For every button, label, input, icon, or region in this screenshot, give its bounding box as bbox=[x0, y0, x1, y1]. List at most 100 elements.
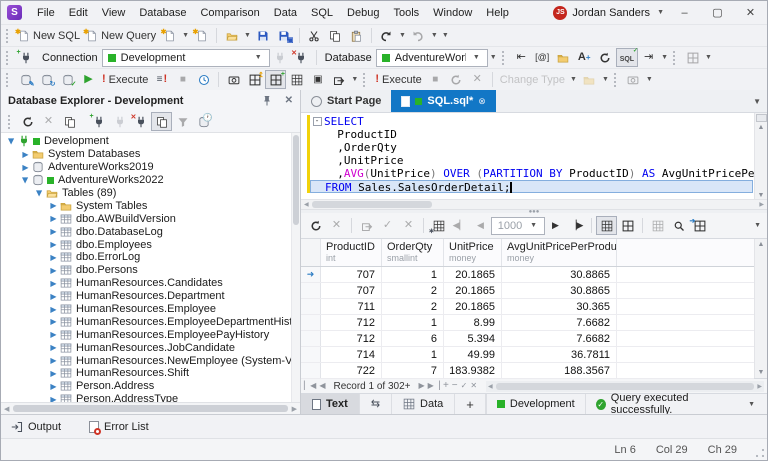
snippets-icon[interactable] bbox=[553, 48, 574, 67]
refresh-schema-button[interactable] bbox=[595, 48, 616, 67]
tree-item-person-addresstype[interactable]: ▶Person.AddressType bbox=[1, 393, 300, 402]
expand-arrow-icon[interactable]: ▶ bbox=[47, 292, 60, 301]
menu-window[interactable]: Window bbox=[426, 1, 479, 24]
tree-item-humanresources-employee[interactable]: ▶HumanResources.Employee bbox=[1, 303, 300, 316]
menu-view[interactable]: View bbox=[95, 1, 133, 24]
close-tab-icon[interactable]: ⊗ bbox=[478, 96, 486, 107]
grid-row-1[interactable]: ➜707120.186530.8865 bbox=[301, 267, 754, 283]
grid-cell[interactable]: 7 bbox=[382, 363, 444, 378]
next-page-button[interactable]: ▶ bbox=[545, 216, 566, 235]
toolbar-grip[interactable] bbox=[673, 51, 677, 65]
last-page-button[interactable]: ▕▶ bbox=[566, 216, 587, 235]
previous-page-button[interactable]: ◀ bbox=[470, 216, 491, 235]
first-page-button[interactable]: ◀▏ bbox=[449, 216, 470, 235]
expand-arrow-icon[interactable]: ▶ bbox=[47, 317, 60, 326]
expand-arrow-icon[interactable]: ▶ bbox=[47, 279, 60, 288]
tree-item-humanresources-employeepayhistory[interactable]: ▶HumanResources.EmployeePayHistory bbox=[1, 328, 300, 341]
user-name[interactable]: Jordan Sanders bbox=[572, 7, 650, 19]
collapse-arrow-icon[interactable]: ▶ bbox=[35, 187, 44, 200]
grid-cell[interactable]: 712 bbox=[321, 315, 382, 330]
expand-arrow-icon[interactable]: ▶ bbox=[47, 240, 60, 249]
results-in-grid-toggle[interactable]: + bbox=[265, 70, 286, 89]
connect-button[interactable] bbox=[109, 112, 130, 131]
expand-arrow-icon[interactable]: ▶ bbox=[47, 305, 60, 314]
tree-item-humanresources-jobcandidate[interactable]: ▶HumanResources.JobCandidate bbox=[1, 341, 300, 354]
database-combo-caret-icon[interactable]: ▼ bbox=[471, 54, 482, 61]
menu-file[interactable]: File bbox=[30, 1, 62, 24]
commit-icon[interactable] bbox=[356, 216, 377, 235]
cancel-edit-button[interactable]: ✕ bbox=[470, 382, 477, 390]
grid-row-6[interactable]: 714149.9936.7811 bbox=[301, 347, 754, 363]
toolbar-grip[interactable] bbox=[6, 51, 10, 65]
refresh-explorer-button[interactable] bbox=[17, 112, 38, 131]
grid-cell[interactable]: 722 bbox=[321, 363, 382, 378]
toolbar-grip[interactable] bbox=[8, 115, 12, 129]
connection-combo-caret-icon[interactable]: ▼ bbox=[253, 54, 264, 61]
tab-list-caret-icon[interactable]: ▼ bbox=[753, 97, 767, 106]
scroll-right-arrow-icon[interactable]: ▶ bbox=[757, 383, 762, 390]
previous-record-button[interactable]: ◀ bbox=[319, 382, 325, 390]
menu-sql[interactable]: SQL bbox=[304, 1, 340, 24]
connection-indicator[interactable]: Development bbox=[486, 394, 585, 414]
add-view-button[interactable]: + bbox=[455, 394, 486, 414]
code-line-5[interactable]: ,AVG(UnitPrice) OVER (PARTITION BY Produ… bbox=[301, 167, 767, 180]
results-caret-icon[interactable]: ▼ bbox=[349, 76, 360, 83]
tree-item-person-address[interactable]: ▶Person.Address bbox=[1, 380, 300, 393]
grid-cell[interactable]: 30.8865 bbox=[502, 267, 617, 282]
apply-changes-button[interactable]: ✓ bbox=[377, 216, 398, 235]
new-connection-button[interactable]: + bbox=[88, 112, 109, 131]
close-button[interactable]: ✕ bbox=[734, 1, 767, 24]
delete-record-button[interactable]: − bbox=[452, 381, 458, 391]
tree-item-adventureworks2022[interactable]: ▶AdventureWorks2022 bbox=[1, 174, 300, 187]
profiler-caret-icon[interactable]: ▼ bbox=[644, 76, 655, 83]
query-parameters-icon[interactable]: ⇥ bbox=[638, 48, 659, 67]
first-record-button[interactable]: ▏◀ bbox=[304, 382, 316, 390]
refresh-secondary-button[interactable] bbox=[446, 70, 467, 89]
editor-split-handle[interactable] bbox=[756, 114, 767, 122]
grid-cell[interactable]: 20.1865 bbox=[444, 299, 502, 314]
execute-secondary-button[interactable]: !Execute bbox=[372, 70, 424, 89]
run-button[interactable]: ▶ bbox=[78, 70, 99, 89]
toolbar-grip[interactable] bbox=[6, 29, 10, 43]
grid-cell[interactable]: 6 bbox=[382, 331, 444, 346]
connection-combobox[interactable]: Development ▼ bbox=[102, 49, 270, 67]
tab-data[interactable]: Data bbox=[392, 394, 455, 414]
tab-start-page[interactable]: Start Page bbox=[301, 90, 391, 112]
expand-arrow-icon[interactable]: ▶ bbox=[47, 227, 60, 236]
execute-script-icon[interactable]: ≡! bbox=[151, 70, 172, 89]
code-line-6[interactable]: FROM Sales.SalesOrderDetail; bbox=[301, 180, 767, 193]
export-results-icon[interactable] bbox=[328, 70, 349, 89]
layout-icon[interactable] bbox=[682, 48, 703, 67]
tab-error-list[interactable]: Error List bbox=[89, 421, 149, 433]
tree-item-humanresources-shift[interactable]: ▶HumanResources.Shift bbox=[1, 367, 300, 380]
scroll-thumb[interactable] bbox=[496, 383, 755, 390]
query-history-button[interactable] bbox=[193, 70, 214, 89]
filter-button[interactable] bbox=[172, 112, 193, 131]
scroll-down-arrow-icon[interactable]: ▼ bbox=[758, 369, 765, 376]
change-type-caret-icon[interactable]: ▼ bbox=[568, 76, 579, 83]
code-line-1[interactable]: -SELECT bbox=[301, 115, 767, 128]
tree-horizontal-scrollbar[interactable]: ◀ ▶ bbox=[1, 402, 300, 414]
refresh-database-icon[interactable]: ↻ bbox=[36, 70, 57, 89]
page-size-caret-icon[interactable]: ▼ bbox=[528, 222, 539, 229]
menu-help[interactable]: Help bbox=[479, 1, 516, 24]
grid-cell[interactable]: 2 bbox=[382, 283, 444, 298]
tree-item-dbo-databaselog[interactable]: ▶dbo.DatabaseLog bbox=[1, 225, 300, 238]
fold-collapse-icon[interactable]: - bbox=[313, 117, 322, 126]
tree-item-dbo-employees[interactable]: ▶dbo.Employees bbox=[1, 238, 300, 251]
swap-view-button[interactable]: ⇆ bbox=[360, 394, 392, 414]
split-results-icon[interactable] bbox=[286, 70, 307, 89]
change-type-dropdown[interactable]: Change Type bbox=[497, 70, 568, 89]
grid-cell[interactable]: 1 bbox=[382, 315, 444, 330]
open-file-button[interactable] bbox=[221, 26, 242, 45]
grid-cell[interactable]: 7.6682 bbox=[502, 331, 617, 346]
grid-cell[interactable]: 1 bbox=[382, 347, 444, 362]
toolbar-grip[interactable] bbox=[502, 51, 506, 65]
duplicate-object-icon[interactable] bbox=[59, 112, 80, 131]
query-status-indicator[interactable]: ✓ Query executed successfully. ▼ bbox=[585, 394, 767, 414]
resize-grip[interactable] bbox=[756, 449, 764, 457]
outdent-icon[interactable]: ⇤ bbox=[511, 48, 532, 67]
format-caret-icon[interactable]: ▼ bbox=[659, 54, 670, 61]
grid-cell[interactable]: 36.7811 bbox=[502, 347, 617, 362]
expand-arrow-icon[interactable]: ▶ bbox=[19, 150, 32, 159]
